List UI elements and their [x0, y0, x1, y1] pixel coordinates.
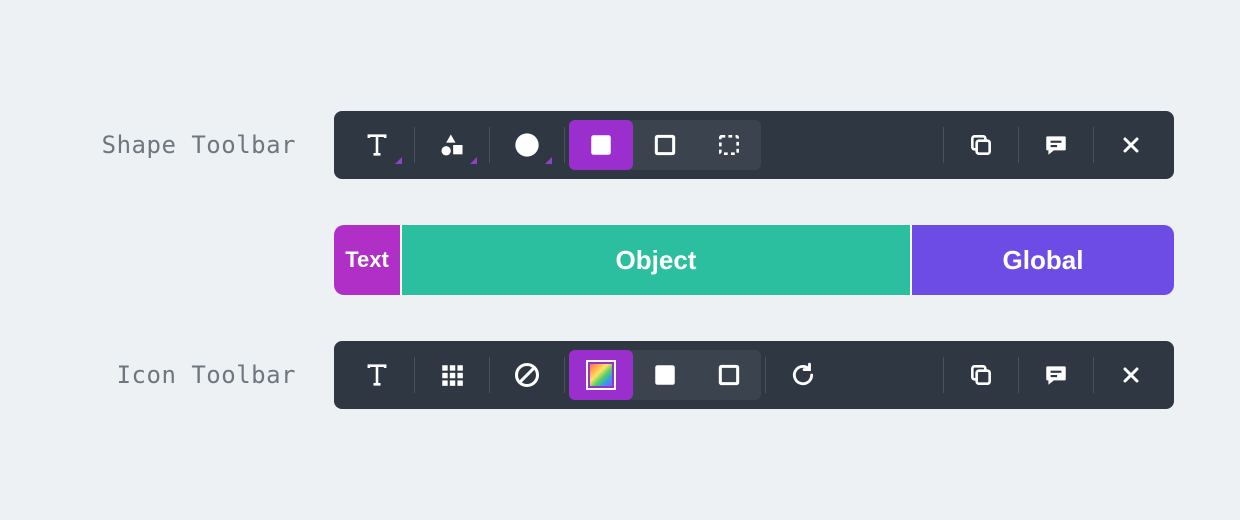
rotate-button[interactable] [770, 350, 836, 400]
no-fill-icon [513, 361, 541, 389]
copy-button[interactable] [948, 350, 1014, 400]
section-object: Object [402, 225, 912, 295]
square-outline-icon [652, 132, 678, 158]
close-icon [1119, 133, 1143, 157]
icon-toolbar-label: Icon Toolbar [66, 361, 296, 389]
separator [1018, 357, 1019, 393]
fill-dashed-button[interactable] [697, 120, 761, 170]
comment-icon [1043, 132, 1069, 158]
fill-style-group [569, 350, 761, 400]
separator [489, 127, 490, 163]
comment-icon [1043, 362, 1069, 388]
separator [1093, 127, 1094, 163]
color-swatch-button[interactable] [569, 350, 633, 400]
submenu-indicator-icon [545, 157, 552, 164]
comment-button[interactable] [1023, 120, 1089, 170]
separator [1093, 357, 1094, 393]
square-outline-icon [716, 362, 742, 388]
separator [564, 357, 565, 393]
section-bar: Text Object Global [334, 225, 1174, 295]
rainbow-swatch-icon [590, 364, 612, 386]
no-fill-button[interactable] [494, 350, 560, 400]
shape-toolbar [334, 111, 1174, 179]
text-icon [363, 361, 391, 389]
comment-button[interactable] [1023, 350, 1089, 400]
text-tool-button[interactable] [344, 120, 410, 170]
square-solid-icon [652, 362, 678, 388]
separator [1018, 127, 1019, 163]
copy-button[interactable] [948, 120, 1014, 170]
separator [414, 357, 415, 393]
grid-icon [439, 362, 465, 388]
separator [943, 127, 944, 163]
separator [765, 357, 766, 393]
text-icon [363, 131, 391, 159]
square-dashed-icon [716, 132, 742, 158]
copy-icon [968, 132, 994, 158]
shapes-tool-button[interactable] [419, 120, 485, 170]
shapes-icon [438, 131, 466, 159]
fill-outline-button[interactable] [633, 120, 697, 170]
close-button[interactable] [1098, 120, 1164, 170]
fill-outline-button[interactable] [697, 350, 761, 400]
circle-fill-icon [513, 131, 541, 159]
fill-solid-button[interactable] [633, 350, 697, 400]
separator [414, 127, 415, 163]
text-tool-button[interactable] [344, 350, 410, 400]
separator [564, 127, 565, 163]
grid-tool-button[interactable] [419, 350, 485, 400]
submenu-indicator-icon [470, 157, 477, 164]
fill-solid-button[interactable] [569, 120, 633, 170]
icon-toolbar-row: Icon Toolbar [66, 341, 1174, 409]
close-button[interactable] [1098, 350, 1164, 400]
section-global: Global [912, 225, 1174, 295]
separator [943, 357, 944, 393]
separator [489, 357, 490, 393]
submenu-indicator-icon [395, 157, 402, 164]
shape-toolbar-label: Shape Toolbar [66, 131, 296, 159]
square-solid-icon [588, 132, 614, 158]
rotate-icon [790, 362, 816, 388]
section-text: Text [334, 225, 402, 295]
shape-toolbar-row: Shape Toolbar [66, 111, 1174, 179]
fill-style-group [569, 120, 761, 170]
fill-color-button[interactable] [494, 120, 560, 170]
copy-icon [968, 362, 994, 388]
icon-toolbar [334, 341, 1174, 409]
close-icon [1119, 363, 1143, 387]
